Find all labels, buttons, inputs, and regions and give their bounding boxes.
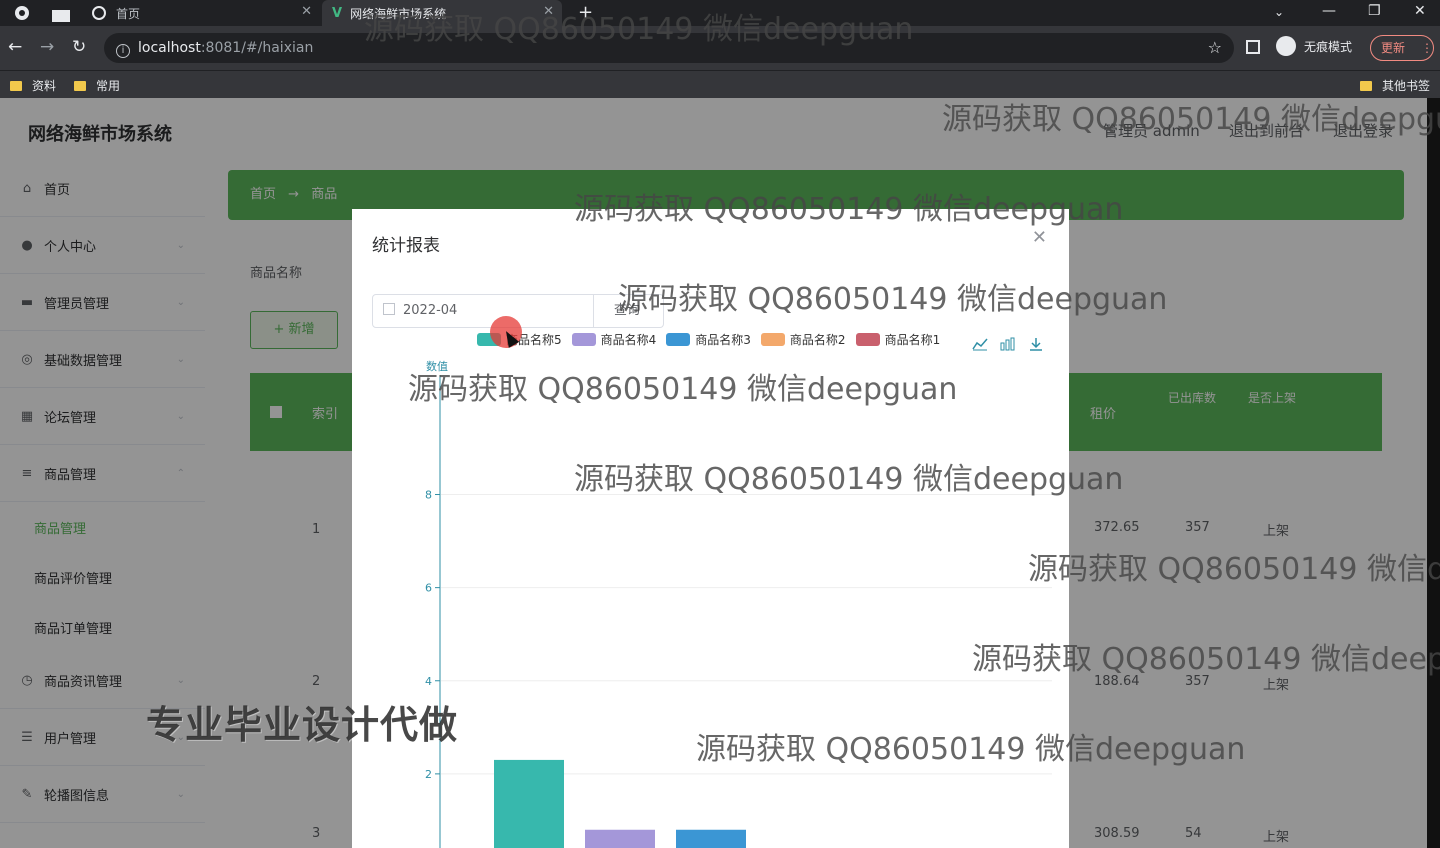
y-tick-label: 4 xyxy=(425,675,432,688)
tab-title: 首页 xyxy=(116,6,141,21)
window-close-icon[interactable]: ✕ xyxy=(1414,3,1426,19)
watermark-large: 专业毕业设计代做 xyxy=(146,703,459,747)
bar xyxy=(585,829,655,848)
incognito-indicator[interactable]: 无痕模式 xyxy=(1276,36,1352,56)
y-tick-label: 2 xyxy=(425,768,432,781)
tab-search-icon[interactable] xyxy=(52,7,70,26)
close-tab-icon[interactable]: ✕ xyxy=(301,4,312,19)
globe-icon xyxy=(92,6,106,20)
url-host: localhost xyxy=(138,40,201,56)
watermark: 源码获取 QQ86050149 微信deepguan xyxy=(942,102,1440,137)
watermark: 源码获取 QQ86050149 微信deepguan xyxy=(618,282,1168,317)
reload-icon[interactable]: ↻ xyxy=(72,37,86,57)
watermark: 源码获取 QQ86050149 微信deepguan xyxy=(1028,552,1440,587)
watermark: 源码获取 QQ86050149 微信deepguan xyxy=(574,462,1124,497)
bar xyxy=(676,829,746,848)
folder-icon xyxy=(1360,80,1372,91)
other-bookmarks[interactable]: 其他书签 xyxy=(1360,77,1430,94)
watermark: 源码获取 QQ86050149 微信deepguan xyxy=(408,372,958,407)
vue-logo-icon: V xyxy=(332,5,343,21)
restore-icon[interactable]: ❐ xyxy=(1368,3,1381,19)
tab-home[interactable]: 首页 ✕ xyxy=(84,0,320,26)
bookmark-label: 其他书签 xyxy=(1382,79,1431,93)
folder-icon xyxy=(10,80,22,91)
watermark: 源码获取 QQ86050149 微信deepguan xyxy=(364,12,914,47)
y-tick-label: 6 xyxy=(425,582,432,595)
bookmark-label: 资料 xyxy=(32,79,57,93)
watermark: 源码获取 QQ86050149 微信deepguan xyxy=(574,192,1124,227)
bookmark-label: 常用 xyxy=(96,79,121,93)
watermark: 源码获取 QQ86050149 微信deepguan xyxy=(972,642,1440,677)
minimize-icon[interactable]: — xyxy=(1322,3,1336,19)
url-path: :8081/#/haixian xyxy=(200,40,314,56)
more-icon: ⋮ xyxy=(1421,41,1434,55)
incognito-label: 无痕模式 xyxy=(1304,39,1353,54)
bookmark-folder[interactable]: 常用 xyxy=(74,77,120,94)
tab-list-icon[interactable]: ⌄ xyxy=(1274,5,1284,19)
site-info-icon[interactable]: i xyxy=(116,44,130,58)
folder-icon xyxy=(74,80,86,91)
forward-icon[interactable]: → xyxy=(40,37,54,57)
incognito-icon xyxy=(1276,36,1296,56)
update-button[interactable]: 更新 ⋮ xyxy=(1370,35,1434,61)
browser-menu-icon[interactable] xyxy=(14,5,30,25)
back-icon[interactable]: ← xyxy=(8,37,22,57)
bookmark-star-icon[interactable]: ☆ xyxy=(1208,33,1222,63)
watermark: 源码获取 QQ86050149 微信deepguan xyxy=(696,732,1246,767)
y-tick-label: 8 xyxy=(425,489,432,502)
bookmark-folder[interactable]: 资料 xyxy=(10,77,56,94)
update-label: 更新 xyxy=(1381,41,1406,55)
bar xyxy=(494,759,564,848)
side-panel-icon[interactable] xyxy=(1246,40,1260,54)
